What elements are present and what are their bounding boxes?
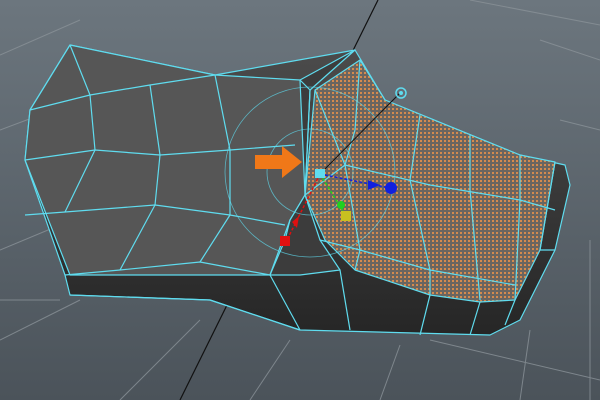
- x-axis-cube[interactable]: [280, 236, 290, 246]
- z-axis-cube[interactable]: [385, 182, 397, 194]
- 3d-viewport[interactable]: [0, 0, 600, 400]
- viewport-canvas[interactable]: [0, 0, 600, 400]
- y-axis-cube[interactable]: [341, 211, 351, 221]
- center-handle[interactable]: [315, 169, 325, 178]
